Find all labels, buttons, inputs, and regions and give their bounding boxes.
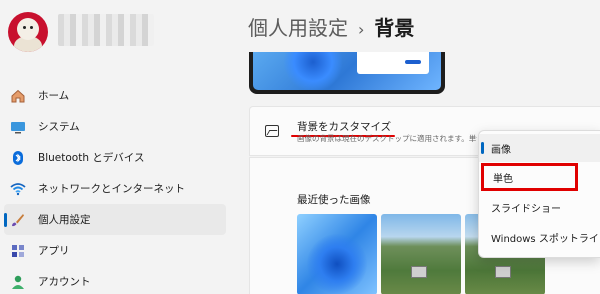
sidebar-item-network[interactable]: ネットワークとインターネット <box>0 173 226 204</box>
dropdown-option-slideshow[interactable]: スライドショー <box>479 193 600 221</box>
sidebar-item-label: ネットワークとインターネット <box>38 183 185 195</box>
sidebar-item-accounts[interactable]: アカウント <box>0 266 226 294</box>
sidebar-item-label: アカウント <box>38 276 91 288</box>
sidebar-item-home[interactable]: ホーム <box>0 80 226 111</box>
image-icon <box>265 125 279 137</box>
user-name-blurred <box>58 14 154 46</box>
sidebar-item-label: ホーム <box>38 90 70 102</box>
apps-icon <box>10 243 26 259</box>
avatar-eye <box>30 26 33 29</box>
dropdown-option-windows-spotlight[interactable]: Windows スポットライト <box>479 223 600 251</box>
sidebar-item-bluetooth[interactable]: Bluetooth とデバイス <box>0 142 226 173</box>
bluetooth-icon <box>10 150 26 166</box>
wifi-icon <box>10 181 26 197</box>
person-icon <box>10 274 26 290</box>
breadcrumb-parent[interactable]: 個人用設定 <box>248 16 348 40</box>
sidebar-item-system[interactable]: システム <box>0 111 226 142</box>
sign-board <box>495 266 511 278</box>
chevron-right-icon: › <box>358 20 365 39</box>
recent-images-label: 最近使った画像 <box>297 194 371 206</box>
recent-image-thumbnail[interactable] <box>297 214 377 294</box>
brush-icon <box>10 212 26 228</box>
wallpaper-bloom <box>283 52 343 90</box>
sidebar-item-label: システム <box>38 121 80 133</box>
background-type-dropdown[interactable]: 画像 単色 スライドショー Windows スポットライト <box>478 130 600 258</box>
recent-image-thumbnail[interactable] <box>381 214 461 294</box>
preview-window-button <box>405 60 421 64</box>
sidebar-item-label: 個人用設定 <box>38 214 91 226</box>
user-avatar[interactable] <box>8 12 48 52</box>
home-icon <box>10 88 26 104</box>
sidebar-item-label: Bluetooth とデバイス <box>38 152 145 164</box>
page-title: 背景 <box>374 16 415 40</box>
customize-background-description: 画像の背景は現在のデスクトップに適用されます。単色またはスライドショーの背景は、… <box>297 134 477 143</box>
preview-screen <box>253 52 441 90</box>
dropdown-option-picture[interactable]: 画像 <box>479 134 600 162</box>
sidebar-item-apps[interactable]: アプリ <box>0 235 226 266</box>
customize-background-title: 背景をカスタマイズ <box>290 121 396 137</box>
monitor-icon <box>10 119 26 135</box>
avatar-dog-head <box>17 18 39 40</box>
sidebar-item-personalization[interactable]: 個人用設定 <box>4 204 226 235</box>
dropdown-option-solid-color[interactable]: 単色 <box>481 163 578 191</box>
wallpaper-bloom <box>307 234 367 294</box>
avatar-eye <box>23 26 26 29</box>
desktop-preview <box>249 52 445 94</box>
sidebar-nav: ホーム システム Bluetooth とデバイス ネットワークとインターネット … <box>0 80 226 294</box>
sign-board <box>411 266 427 278</box>
breadcrumb: 個人用設定 › 背景 <box>248 12 414 41</box>
sidebar-item-label: アプリ <box>38 245 70 257</box>
